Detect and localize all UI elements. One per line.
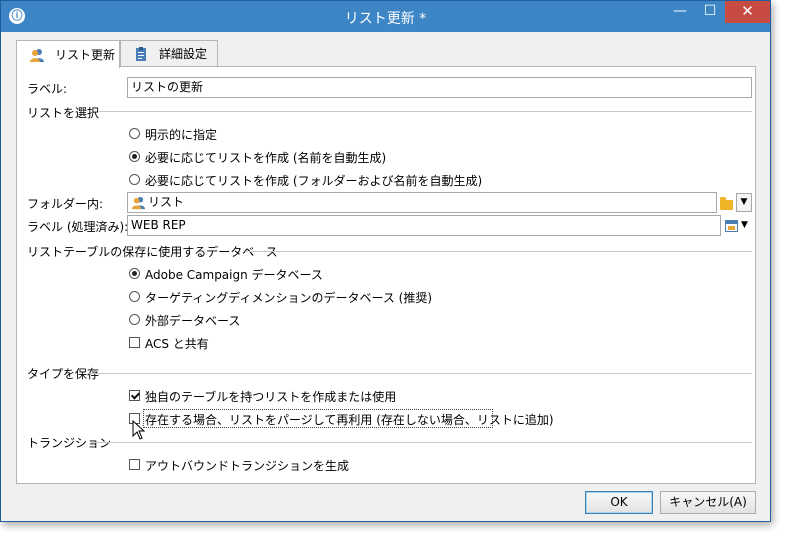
tab-label: リスト更新: [55, 48, 116, 62]
section-divider: [91, 442, 752, 443]
label-field-label: ラベル:: [27, 82, 68, 96]
radio-create-auto-folder-name[interactable]: [129, 174, 140, 185]
users-icon: [131, 196, 146, 210]
radio-create-auto-name-label: 必要に応じてリストを作成 (名前を自動生成): [145, 151, 387, 165]
radio-create-auto-folder-name-label: 必要に応じてリストを作成 (フォルダーおよび名前を自動生成): [145, 174, 483, 188]
checkbox-outbound-transition[interactable]: [129, 459, 140, 470]
checkbox-purge-reuse-label: 存在する場合、リストをパージして再利用 (存在しない場合、リストに追加): [145, 413, 554, 427]
close-button[interactable]: ✕: [725, 1, 770, 23]
users-icon: [30, 48, 44, 62]
folder-value: リスト: [148, 195, 185, 209]
folder-field-label: フォルダー内:: [27, 197, 104, 211]
label-input[interactable]: リストの更新: [127, 77, 752, 98]
processed-label-input[interactable]: WEB REP: [127, 215, 721, 236]
caret-down-icon[interactable]: ▼: [741, 220, 748, 230]
section-divider: [245, 251, 752, 252]
processed-label-field-label: ラベル (処理済み):: [27, 220, 129, 234]
tab-label: 詳細設定: [159, 47, 208, 61]
radio-adobe-campaign-db-label: Adobe Campaign データベース: [145, 268, 323, 282]
radio-targeting-dimension-db-label: ターゲティングディメンションのデータベース (推奨): [145, 291, 433, 305]
radio-explicit[interactable]: [129, 128, 140, 139]
radio-adobe-campaign-db[interactable]: [129, 268, 140, 279]
section-divider: [99, 111, 752, 112]
folder-icon[interactable]: [720, 197, 733, 210]
checkbox-share-acs[interactable]: [129, 337, 140, 348]
radio-external-db-label: 外部データベース: [145, 314, 241, 328]
chevron-down-icon: ▼: [740, 197, 748, 207]
checkbox-outbound-transition-label: アウトバウンドトランジションを生成: [145, 459, 350, 473]
section-storage-db: リストテーブルの保存に使用するデータベース: [27, 245, 278, 259]
radio-create-auto-name[interactable]: [129, 151, 140, 162]
cancel-button[interactable]: キャンセル(A): [660, 491, 756, 514]
tab-list-update[interactable]: リスト更新: [16, 40, 120, 68]
folder-input[interactable]: リスト: [127, 192, 717, 213]
tab-panel: ラベル: リストの更新 リストを選択 明示的に指定 必要に応じてリストを作成 (…: [16, 66, 756, 484]
window-controls: — ☐ ✕: [665, 1, 770, 23]
variable-picker-icon[interactable]: [725, 220, 738, 232]
section-divider: [89, 373, 752, 374]
radio-targeting-dimension-db[interactable]: [129, 291, 140, 302]
maximize-button[interactable]: ☐: [695, 1, 725, 23]
ok-button[interactable]: OK: [585, 491, 653, 514]
checkbox-own-table-label: 独自のテーブルを持つリストを作成または使用: [145, 390, 397, 404]
checkbox-share-acs-label: ACS と共有: [145, 337, 209, 351]
title-bar: ⓘ リスト更新 * — ☐ ✕: [1, 1, 770, 32]
tab-advanced-settings[interactable]: 詳細設定: [120, 40, 218, 66]
checkbox-own-table[interactable]: [129, 390, 140, 401]
minimize-button[interactable]: —: [665, 1, 695, 23]
section-select-list: リストを選択: [27, 106, 100, 120]
dialog-window: ⓘ リスト更新 * — ☐ ✕ リスト更新 詳細設定 ラベル: リストの更新 リ…: [0, 0, 771, 522]
mouse-cursor-icon: [132, 420, 146, 440]
radio-explicit-label: 明示的に指定: [145, 128, 218, 142]
radio-external-db[interactable]: [129, 314, 140, 325]
folder-dropdown-button[interactable]: ▼: [736, 193, 752, 212]
window-title: リスト更新 *: [344, 11, 427, 27]
clipboard-icon: [136, 46, 146, 61]
